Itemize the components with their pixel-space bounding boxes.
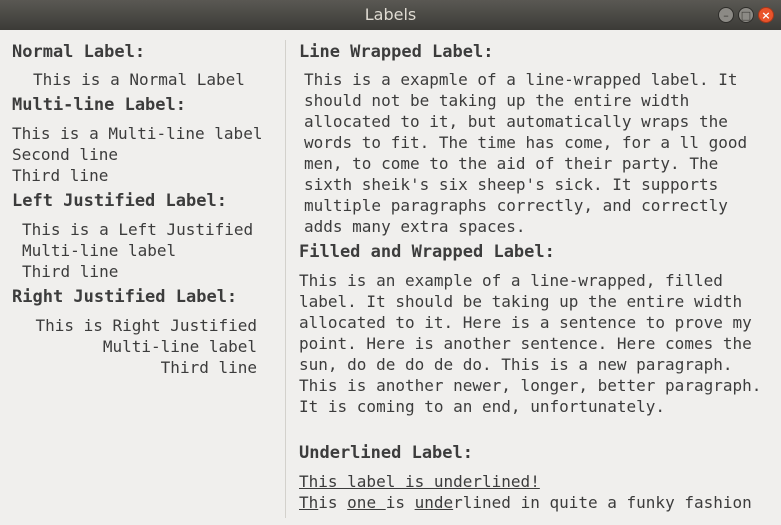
- underlined-heading: Underlined Label:: [299, 443, 473, 463]
- funky-part-6: de: [433, 493, 454, 512]
- multiline-label-heading: Multi-line Label:: [12, 95, 186, 115]
- funky-part-7: rlined in quite a funky fashion: [453, 493, 752, 512]
- filled-wrapped-heading: Filled and Wrapped Label:: [299, 242, 555, 262]
- line-wrapped-paragraph: This is a exapmle of a line-wrapped labe…: [304, 70, 748, 236]
- multiline-line-1: This is a Multi-line label: [12, 124, 263, 143]
- filled-paragraph-3: This is another newer, longer, better pa…: [299, 376, 762, 416]
- labels-window: Labels – □ × Normal Label: This is a Nor…: [0, 0, 781, 525]
- multiline-line-3: Third line: [12, 166, 109, 185]
- right-justified-heading: Right Justified Label:: [12, 287, 238, 307]
- normal-label-heading: Normal Label:: [12, 42, 146, 62]
- minimize-button[interactable]: –: [718, 7, 734, 23]
- funky-part-5: un: [414, 493, 434, 512]
- close-button[interactable]: ×: [758, 7, 774, 23]
- panel-divider: [285, 40, 286, 518]
- left-justified-line-1: This is a Left Justified: [22, 220, 254, 239]
- right-justified-line-2: Multi-line label: [102, 337, 257, 356]
- left-justified-line-3: Third line: [22, 262, 119, 281]
- funky-part-2: is: [318, 493, 348, 512]
- window-title: Labels: [364, 5, 417, 24]
- filled-paragraph-2: This is a new paragraph.: [501, 355, 733, 374]
- left-justified-line-2: Multi-line label: [22, 241, 177, 260]
- title-bar[interactable]: Labels – □ ×: [0, 0, 781, 30]
- maximize-button[interactable]: □: [738, 7, 754, 23]
- line-wrapped-heading: Line Wrapped Label:: [299, 42, 494, 62]
- funky-part-4: is: [385, 493, 415, 512]
- right-justified-line-1: This is Right Justified: [35, 316, 257, 335]
- funky-part-1: Th: [299, 493, 319, 512]
- underlined-text: This label is underlined!: [299, 472, 540, 491]
- funky-part-3: one: [347, 493, 386, 512]
- funky-underline-text: This one is underlined in quite a funky …: [299, 492, 752, 513]
- right-justified-line-3: Third line: [160, 358, 257, 377]
- normal-label-text: This is a Normal Label: [33, 70, 245, 89]
- filled-wrapped-text: This is an example of a line-wrapped, fi…: [299, 270, 769, 417]
- left-justified-heading: Left Justified Label:: [12, 191, 227, 211]
- line-wrapped-text: This is a exapmle of a line-wrapped labe…: [304, 69, 772, 237]
- multiline-line-2: Second line: [12, 145, 118, 164]
